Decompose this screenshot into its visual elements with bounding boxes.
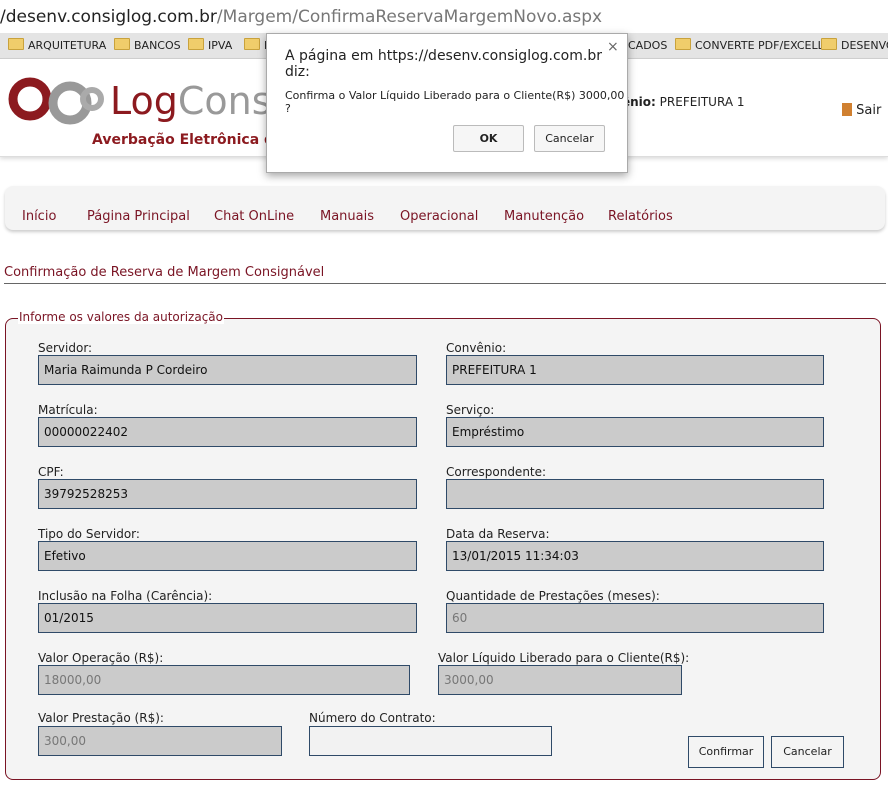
page-title: Confirmação de Reserva de Margem Consign… <box>4 265 325 280</box>
label-valor-liquido: Valor Líquido Liberado para o Cliente(R$… <box>438 651 690 665</box>
folder-icon <box>8 38 24 50</box>
folder-icon <box>114 38 130 50</box>
address-bar[interactable]: /desenv.consiglog.com.br/Margem/Confirma… <box>0 0 888 34</box>
folder-icon <box>675 38 691 50</box>
bookmark-arquitetura[interactable]: ARQUITETURA <box>8 33 106 58</box>
correspondente-field[interactable] <box>446 479 824 509</box>
logo-icon <box>8 77 104 125</box>
valor-operacao-field[interactable]: 18000,00 <box>38 665 410 695</box>
nav-manutencao[interactable]: Manutenção <box>504 209 584 224</box>
folder-icon <box>821 38 837 50</box>
nav-inicio[interactable]: Início <box>22 209 56 224</box>
nav-relatorios[interactable]: Relatórios <box>608 209 673 224</box>
divider <box>4 283 886 284</box>
label-numero-contrato: Número do Contrato: <box>309 711 436 725</box>
inclusao-folha-field[interactable]: 01/2015 <box>38 603 417 633</box>
dialog-cancel-button[interactable]: Cancelar <box>534 125 605 152</box>
confirm-dialog: A página em https://desenv.consiglog.com… <box>266 33 628 173</box>
url-host: /desenv.consiglog.com.br <box>0 7 217 27</box>
label-matricula: Matrícula: <box>38 403 98 417</box>
dialog-message: Confirma o Valor Líquido Liberado para o… <box>285 89 625 115</box>
label-valor-prestacao: Valor Prestação (R$): <box>38 711 164 725</box>
numero-contrato-field[interactable] <box>309 726 552 756</box>
label-tipo-servidor: Tipo do Servidor: <box>38 527 140 541</box>
bookmark-converte[interactable]: CONVERTE PDF/EXCELL <box>675 33 824 58</box>
nav-operacional[interactable]: Operacional <box>400 209 478 224</box>
label-servico: Serviço: <box>446 403 495 417</box>
cpf-field[interactable]: 39792528253 <box>38 479 417 509</box>
nav-chat-online[interactable]: Chat OnLine <box>214 209 294 224</box>
servico-field[interactable]: Empréstimo <box>446 417 824 447</box>
exit-door-icon <box>842 103 852 116</box>
label-inclusao-folha: Inclusão na Folha (Carência): <box>38 589 213 603</box>
confirm-button[interactable]: Confirmar <box>688 736 764 768</box>
logout-link[interactable]: Sair <box>842 103 881 118</box>
tipo-servidor-field[interactable]: Efetivo <box>38 541 417 571</box>
dialog-title: A página em https://desenv.consiglog.com… <box>285 48 602 80</box>
folder-icon <box>188 38 204 50</box>
convenio-field[interactable]: PREFEITURA 1 <box>446 355 824 385</box>
convenio-info: ênio: PREFEITURA 1 <box>622 95 745 109</box>
bookmark-desenvo[interactable]: DESENVO <box>821 33 888 58</box>
servidor-field[interactable]: Maria Raimunda P Cordeiro <box>38 355 417 385</box>
label-cpf: CPF: <box>38 465 64 479</box>
nav-manuais[interactable]: Manuais <box>320 209 374 224</box>
bookmark-bancos[interactable]: BANCOS <box>114 33 181 58</box>
cancel-button[interactable]: Cancelar <box>771 736 844 768</box>
close-icon[interactable]: × <box>607 39 619 55</box>
matricula-field[interactable]: 00000022402 <box>38 417 417 447</box>
bookmark-ipva[interactable]: IPVA <box>188 33 232 58</box>
main-nav: Início Página Principal Chat OnLine Manu… <box>5 186 885 230</box>
data-reserva-field[interactable]: 13/01/2015 11:34:03 <box>446 541 824 571</box>
valor-prestacao-field[interactable]: 300,00 <box>38 726 282 756</box>
fieldset-legend: Informe os valores da autorização <box>18 310 224 324</box>
qtd-prestacoes-field[interactable]: 60 <box>446 603 824 633</box>
folder-icon <box>244 38 260 50</box>
label-valor-operacao: Valor Operação (R$): <box>38 651 164 665</box>
dialog-ok-button[interactable]: OK <box>453 125 524 152</box>
label-data-reserva: Data da Reserva: <box>446 527 550 541</box>
valor-liquido-field[interactable]: 3000,00 <box>438 665 682 695</box>
label-correspondente: Correspondente: <box>446 465 547 479</box>
label-convenio: Convênio: <box>446 341 507 355</box>
nav-pagina-principal[interactable]: Página Principal <box>87 209 190 224</box>
label-qtd-prestacoes: Quantidade de Prestações (meses): <box>446 589 660 603</box>
url-path: /Margem/ConfirmaReservaMargemNovo.aspx <box>216 7 603 27</box>
label-servidor: Servidor: <box>38 341 93 355</box>
bookmark-cados[interactable]: CADOS <box>628 33 667 58</box>
